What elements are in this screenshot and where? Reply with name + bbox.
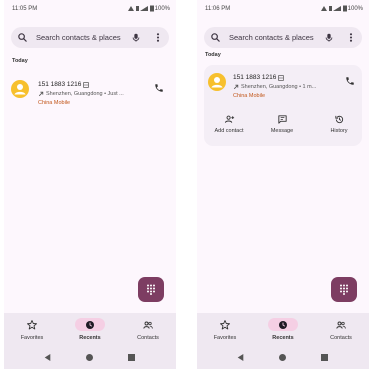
call-log-item[interactable]: 151 1883 1216 Shenzhen, Guangdong • Just… <box>4 72 176 118</box>
nav-favorites-label: Favorites <box>213 335 237 341</box>
home-icon[interactable] <box>86 354 93 361</box>
dialpad-icon <box>340 284 348 295</box>
person-icon <box>14 84 26 95</box>
clock-icon <box>279 321 287 329</box>
mic-icon[interactable] <box>324 32 334 43</box>
nav-contacts-label: Contacts <box>330 335 352 341</box>
message-icon <box>277 115 287 124</box>
add-contact-button[interactable]: Add contact <box>206 114 252 134</box>
status-time: 11:05 PM <box>12 6 38 12</box>
system-navigation-bar <box>197 346 369 369</box>
nav-recents-label: Recents <box>272 335 294 341</box>
sim-icon <box>83 81 90 88</box>
star-icon <box>27 320 37 330</box>
search-icon <box>211 33 220 42</box>
search-bar[interactable]: Search contacts & places <box>204 27 362 48</box>
caller-number-text: 151 1883 1216 <box>38 81 82 88</box>
dialpad-icon <box>147 284 155 295</box>
nav-contacts-label: Contacts <box>137 335 159 341</box>
search-placeholder: Search contacts & places <box>36 33 121 42</box>
nav-recents-label: Recents <box>79 335 101 341</box>
add-contact-label: Add contact <box>214 128 244 134</box>
bottom-navigation: Favorites Recents Contacts <box>4 313 176 346</box>
call-log-item[interactable]: 151 1883 1216 Shenzhen, Guangdong • 1 m.… <box>204 68 362 112</box>
caller-number: 151 1883 1216 <box>233 74 285 81</box>
dialpad-button[interactable] <box>138 277 164 302</box>
carrier-label: China Mobile <box>38 100 71 106</box>
search-icon <box>18 33 27 42</box>
person-add-icon <box>224 115 234 123</box>
expanded-call-card: 151 1883 1216 Shenzhen, Guangdong • 1 m.… <box>204 65 362 146</box>
signal-icon <box>127 6 148 11</box>
avatar <box>11 80 29 98</box>
call-detail-text: Shenzhen, Guangdong • 1 m... <box>241 84 317 90</box>
person-icon <box>211 77 223 88</box>
star-icon <box>220 320 230 330</box>
status-bar: 11:05 PM 100% <box>4 0 176 18</box>
phone-icon[interactable] <box>154 83 164 93</box>
nav-recents[interactable]: Recents <box>62 318 118 341</box>
call-actions: Add contact Message History <box>204 114 362 142</box>
back-icon[interactable] <box>237 354 244 361</box>
status-time: 11:06 PM <box>205 6 231 12</box>
dialpad-button[interactable] <box>331 277 357 302</box>
more-vert-icon[interactable] <box>155 32 161 43</box>
status-icons: 100% <box>127 5 170 12</box>
call-detail: Shenzhen, Guangdong • 1 m... <box>233 84 316 90</box>
carrier-label: China Mobile <box>233 93 266 99</box>
nav-contacts[interactable]: Contacts <box>120 318 176 341</box>
signal-icon <box>320 6 341 11</box>
nav-recents[interactable]: Recents <box>255 318 311 341</box>
battery-level: 100% <box>154 5 170 12</box>
battery-icon <box>342 5 347 12</box>
back-icon[interactable] <box>44 354 51 361</box>
battery-level: 100% <box>347 5 363 12</box>
nav-contacts[interactable]: Contacts <box>313 318 369 341</box>
phone-screen-left: 11:05 PM 100% Search contacts & places T… <box>4 0 176 369</box>
phone-screen-right: 11:06 PM 100% Search contacts & places T… <box>197 0 369 369</box>
nav-favorites[interactable]: Favorites <box>4 318 60 341</box>
status-bar: 11:06 PM 100% <box>197 0 369 18</box>
mic-icon[interactable] <box>131 32 141 43</box>
bottom-navigation: Favorites Recents Contacts <box>197 313 369 346</box>
system-navigation-bar <box>4 346 176 369</box>
history-label: History <box>330 128 348 134</box>
nav-favorites[interactable]: Favorites <box>197 318 253 341</box>
call-detail-text: Shenzhen, Guangdong • Just ... <box>46 91 124 97</box>
history-icon <box>334 115 343 124</box>
search-bar[interactable]: Search contacts & places <box>11 27 169 48</box>
phone-icon[interactable] <box>345 76 355 86</box>
status-icons: 100% <box>320 5 363 12</box>
people-icon <box>336 321 346 329</box>
caller-number-text: 151 1883 1216 <box>233 74 277 81</box>
sim-icon <box>278 74 285 81</box>
caller-number: 151 1883 1216 <box>38 81 90 88</box>
more-vert-icon[interactable] <box>348 32 354 43</box>
overview-icon[interactable] <box>128 354 135 361</box>
avatar <box>208 73 226 91</box>
section-title: Today <box>12 58 28 64</box>
outgoing-call-icon <box>233 84 239 90</box>
search-placeholder: Search contacts & places <box>229 33 314 42</box>
people-icon <box>143 321 153 329</box>
message-button[interactable]: Message <box>259 114 305 134</box>
battery-icon <box>149 5 154 12</box>
message-label: Message <box>270 128 294 134</box>
section-title: Today <box>205 52 221 58</box>
overview-icon[interactable] <box>321 354 328 361</box>
nav-favorites-label: Favorites <box>20 335 44 341</box>
history-button[interactable]: History <box>316 114 362 134</box>
outgoing-call-icon <box>38 91 44 97</box>
call-detail: Shenzhen, Guangdong • Just ... <box>38 91 124 97</box>
home-icon[interactable] <box>279 354 286 361</box>
clock-icon <box>86 321 94 329</box>
